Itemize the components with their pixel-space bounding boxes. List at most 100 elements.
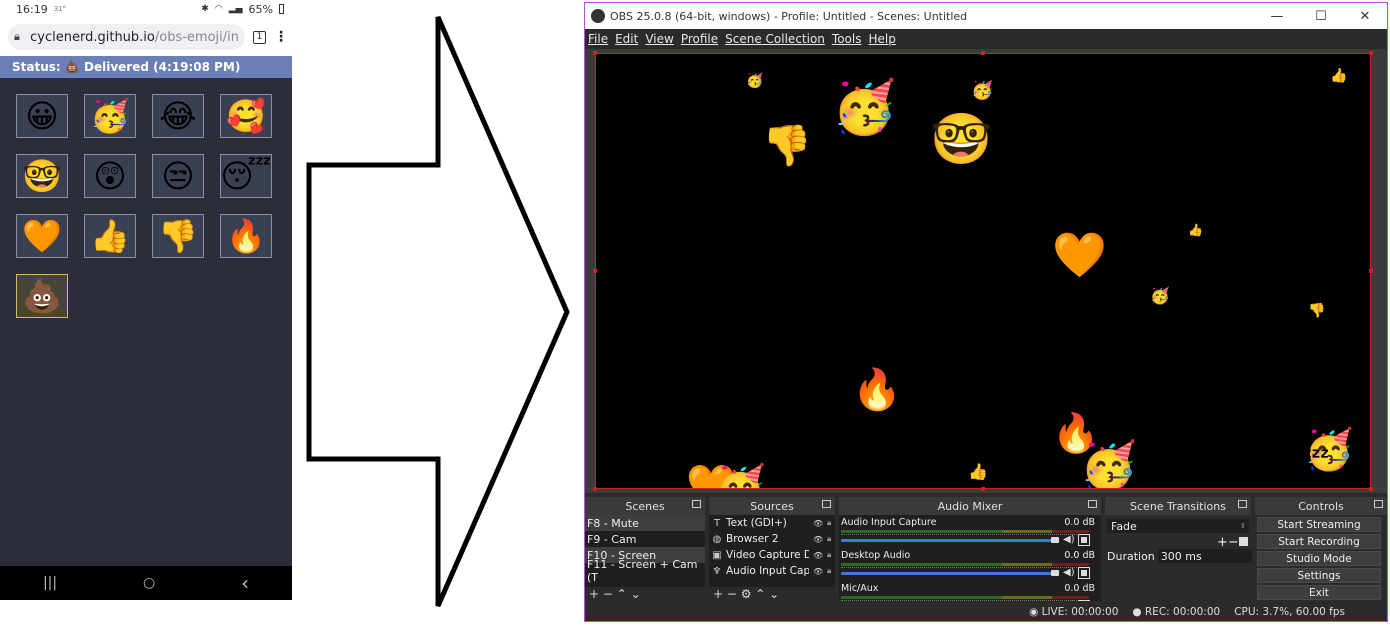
start-recording-button[interactable]: Start Recording: [1257, 534, 1381, 549]
menu-help[interactable]: Help: [868, 32, 895, 46]
emoji-button[interactable]: 🥰: [220, 94, 272, 138]
add-remove-transition-buttons[interactable]: +−: [1217, 535, 1239, 550]
menu-file[interactable]: File: [588, 32, 608, 46]
undock-icon[interactable]: [1088, 500, 1097, 508]
source-item[interactable]: T Text (GDI+) 👁︎ 🔒︎: [709, 515, 835, 531]
maximize-button[interactable]: ☐: [1299, 9, 1343, 24]
menu-scene-collection[interactable]: Scene Collection: [725, 32, 825, 46]
resize-handle[interactable]: [1369, 51, 1373, 55]
lock-icon[interactable]: 🔒︎: [827, 550, 835, 560]
overflow-menu-icon[interactable]: ⋮: [274, 29, 288, 45]
transition-select[interactable]: Fade ⇕: [1107, 519, 1249, 533]
visibility-icon[interactable]: 👁︎: [813, 551, 823, 560]
controls-buttons: Start Streaming Start Recording Studio M…: [1255, 517, 1387, 600]
emoji-button[interactable]: 😴: [220, 154, 272, 198]
home-button[interactable]: ○: [143, 575, 155, 591]
sources-footer-buttons[interactable]: + − ⚙ ⌃ ⌄: [709, 587, 835, 601]
menu-tools[interactable]: Tools: [832, 32, 862, 46]
menu-profile[interactable]: Profile: [681, 32, 718, 46]
menu-edit[interactable]: Edit: [615, 32, 638, 46]
duration-input[interactable]: 300 ms: [1157, 549, 1252, 563]
channel-settings-icon[interactable]: [1078, 567, 1090, 579]
emoji-button[interactable]: 🤓: [16, 154, 68, 198]
channel-db: 0.0 dB: [1064, 583, 1095, 594]
scenes-footer-buttons[interactable]: + − ⌃ ⌄: [585, 587, 705, 601]
volume-slider-knob[interactable]: [1051, 537, 1059, 543]
resize-handle[interactable]: [1369, 269, 1373, 273]
lock-icon[interactable]: 🔒︎: [827, 518, 835, 528]
emoji-button[interactable]: 🥳: [84, 94, 136, 138]
volume-slider[interactable]: [841, 572, 1053, 575]
emoji-button[interactable]: 😲: [84, 154, 136, 198]
lock-icon[interactable]: 🔒︎: [827, 566, 835, 576]
delivery-status: Status: 💩 Delivered (4:19:08 PM): [0, 56, 292, 78]
resize-handle[interactable]: [1369, 487, 1373, 491]
preview-emoji: 👎: [762, 123, 812, 169]
volume-meter: [841, 596, 1089, 599]
studio-mode-button[interactable]: Studio Mode: [1257, 551, 1381, 566]
emoji-button[interactable]: 🧡: [16, 214, 68, 258]
source-item[interactable]: ♆ Audio Input Captu 👁︎ 🔒︎: [709, 563, 835, 579]
signal-icon: ▂▄: [228, 4, 243, 14]
scene-item[interactable]: F8 - Mute: [585, 515, 705, 531]
battery-level: 65%: [248, 2, 273, 16]
sources-list: T Text (GDI+) 👁︎ 🔒︎ ◍ Browser 2 👁︎ 🔒︎ ▣ Video Cap…: [709, 515, 835, 587]
resize-handle[interactable]: [981, 487, 985, 491]
exit-button[interactable]: Exit: [1257, 585, 1381, 600]
scene-preview[interactable]: 😀 🥳 🥳 🥳 😴 👍 👎 🤓 😲 👍 😲 😲 🧡 🥳 😂 👎 😴 🔥 😴 🔥 🥳 🥳 🧡 🥳 👍 😴: [595, 53, 1371, 489]
visibility-icon[interactable]: 👁︎: [813, 567, 823, 576]
transition-properties-icon[interactable]: [1239, 537, 1248, 546]
channel-settings-icon[interactable]: [1078, 534, 1090, 546]
minimize-button[interactable]: —: [1255, 9, 1299, 24]
close-button[interactable]: ✕: [1343, 9, 1387, 24]
preview-emoji: 😴: [1338, 379, 1361, 395]
undock-icon[interactable]: [692, 500, 701, 508]
undock-icon[interactable]: [822, 500, 831, 508]
visibility-icon[interactable]: 👁︎: [813, 519, 823, 528]
emoji-button[interactable]: 👍: [84, 214, 136, 258]
speaker-icon[interactable]: ◀): [1063, 534, 1075, 545]
channel-name: Audio Input Capture: [841, 517, 937, 528]
back-button[interactable]: ‹: [241, 571, 249, 595]
browser-url-bar: 🔒︎ cyclenerd.github.io/obs-emoji/in 1 ⋮: [0, 18, 292, 56]
speaker-icon[interactable]: ◀): [1063, 567, 1075, 578]
visibility-icon[interactable]: 👁︎: [813, 535, 823, 544]
emoji-button[interactable]: 😂: [152, 94, 204, 138]
source-name: Browser 2: [726, 533, 779, 545]
lock-icon[interactable]: 🔒︎: [827, 534, 835, 544]
scene-item[interactable]: F9 - Cam: [585, 531, 705, 547]
resize-handle[interactable]: [593, 51, 597, 55]
preview-area: 😀 🥳 🥳 🥳 😴 👍 👎 🤓 😲 👍 😲 😲 🧡 🥳 😂 👎 😴 🔥 😴 🔥 🥳 🥳 🧡 🥳 👍 😴: [585, 49, 1387, 493]
start-streaming-button[interactable]: Start Streaming: [1257, 517, 1381, 532]
resize-handle[interactable]: [593, 269, 597, 273]
url-field[interactable]: 🔒︎ cyclenerd.github.io/obs-emoji/in: [8, 24, 245, 50]
emoji-button[interactable]: 👎: [152, 214, 204, 258]
emoji-button[interactable]: 💩: [16, 274, 68, 318]
preview-emoji: 😲: [608, 218, 656, 272]
live-indicator: ◉ LIVE: 00:00:00: [1029, 606, 1119, 618]
speaker-icon[interactable]: ◀): [1063, 600, 1075, 601]
obs-status-bar: ◉ LIVE: 00:00:00 ● REC: 00:00:00 CPU: 3.…: [585, 603, 1387, 621]
volume-slider[interactable]: [841, 539, 1053, 542]
preview-emoji: 🔥: [852, 367, 902, 413]
undock-icon[interactable]: [1238, 500, 1247, 508]
undock-icon[interactable]: [1374, 500, 1383, 508]
resize-handle[interactable]: [981, 51, 985, 55]
source-item[interactable]: ◍ Browser 2 👁︎ 🔒︎: [709, 531, 835, 547]
resize-handle[interactable]: [593, 487, 597, 491]
menu-view[interactable]: View: [645, 32, 673, 46]
emoji-button[interactable]: 🔥: [220, 214, 272, 258]
recents-button[interactable]: |||: [43, 575, 57, 591]
scenes-dock-header: Scenes: [585, 497, 705, 515]
volume-slider-knob[interactable]: [1051, 570, 1059, 576]
mixer-channels: Audio Input Capture 0.0 dB ◀) Desktop Audio…: [839, 515, 1101, 601]
volume-meter: [841, 563, 1089, 566]
settings-button[interactable]: Settings: [1257, 568, 1381, 583]
tab-count-button[interactable]: 1: [253, 30, 266, 44]
url-path: /obs-emoji/in: [154, 29, 239, 45]
emoji-button[interactable]: 😀: [16, 94, 68, 138]
scene-item[interactable]: F11 - Screen + Cam (T: [585, 558, 705, 584]
emoji-button[interactable]: 😒: [152, 154, 204, 198]
source-item[interactable]: ▣ Video Capture Dev 👁︎ 🔒︎: [709, 547, 835, 563]
obs-title-bar: OBS 25.0.8 (64-bit, windows) - Profile: …: [585, 3, 1387, 29]
